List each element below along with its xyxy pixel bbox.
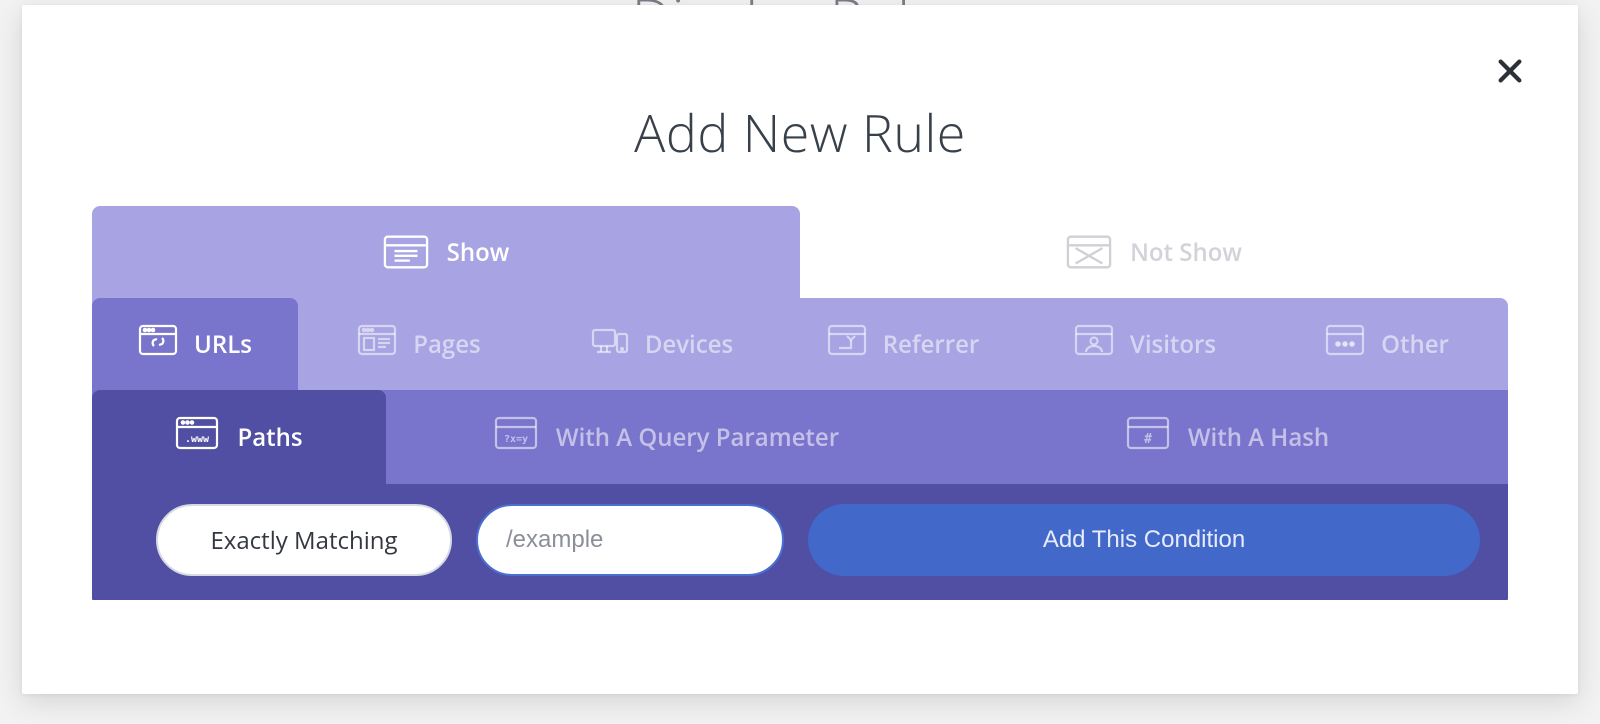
devices-icon: [589, 324, 629, 364]
tab-query-parameter-label: With A Query Parameter: [556, 421, 839, 454]
add-condition-button[interactable]: Add This Condition: [808, 504, 1480, 576]
visitors-icon: [1074, 324, 1114, 364]
tab-referrer[interactable]: Referrer: [782, 298, 1024, 390]
tab-show-label: Show: [447, 236, 510, 269]
tab-urls-label: URLs: [194, 328, 252, 361]
browser-show-icon: [383, 234, 429, 270]
tab-visitors-label: Visitors: [1130, 328, 1216, 361]
tab-pages[interactable]: Pages: [298, 298, 540, 390]
tab-hash-label: With A Hash: [1188, 421, 1329, 454]
modal-title: Add New Rule: [22, 5, 1578, 168]
tab-not-show[interactable]: Not Show: [800, 206, 1508, 298]
visibility-tabs: Show Not Show: [92, 206, 1508, 298]
tab-paths[interactable]: .www Paths: [92, 390, 386, 484]
browser-not-show-icon: [1066, 234, 1112, 270]
close-button[interactable]: [1488, 51, 1532, 95]
svg-text:?x=y: ?x=y: [504, 434, 528, 445]
tab-query-parameter[interactable]: ?x=y With A Query Parameter: [386, 390, 947, 484]
tab-not-show-label: Not Show: [1130, 236, 1242, 269]
svg-text:#: #: [1144, 432, 1152, 447]
condition-row: Exactly Matching Add This Condition: [92, 484, 1508, 600]
svg-text:.www: .www: [185, 434, 210, 445]
add-rule-modal: Add New Rule Show: [22, 5, 1578, 694]
tab-paths-label: Paths: [237, 421, 302, 454]
path-input[interactable]: [506, 526, 754, 554]
category-tabs: URLs Pages: [92, 298, 1508, 390]
close-icon: [1494, 55, 1526, 92]
tab-visitors[interactable]: Visitors: [1024, 298, 1266, 390]
tab-other[interactable]: Other: [1266, 298, 1508, 390]
pages-icon: [357, 324, 397, 364]
tab-other-label: Other: [1381, 328, 1449, 361]
query-icon: ?x=y: [494, 416, 538, 458]
url-icon: [138, 324, 178, 364]
match-type-value: Exactly Matching: [210, 524, 397, 557]
paths-icon: .www: [175, 416, 219, 458]
referrer-icon: [827, 324, 867, 364]
tab-pages-label: Pages: [413, 328, 481, 361]
hash-icon: #: [1126, 416, 1170, 458]
tab-urls[interactable]: URLs: [92, 298, 298, 390]
tab-devices-label: Devices: [645, 328, 733, 361]
url-subtabs: .www Paths ?x=y With A Query Parameter: [92, 390, 1508, 484]
tab-hash[interactable]: # With A Hash: [947, 390, 1508, 484]
rule-builder: Show Not Show: [92, 206, 1508, 600]
other-icon: [1325, 324, 1365, 364]
tab-devices[interactable]: Devices: [540, 298, 782, 390]
tab-show[interactable]: Show: [92, 206, 800, 298]
match-type-select[interactable]: Exactly Matching: [156, 504, 452, 576]
tab-referrer-label: Referrer: [883, 328, 980, 361]
path-input-wrap: [476, 504, 784, 576]
